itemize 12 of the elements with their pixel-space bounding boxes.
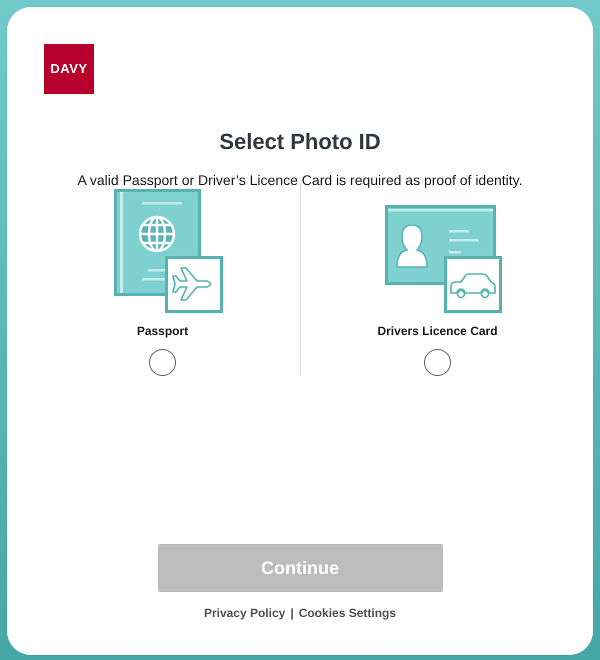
instruction-text: A valid Passport or Driver’s Licence Card is required as proof of identity. (77, 171, 523, 189)
footer-link[interactable]: Privacy Policy (204, 605, 286, 621)
radio-button[interactable] (149, 349, 176, 376)
radio-button[interactable] (424, 349, 451, 376)
passport-with-plane-icon (114, 189, 224, 313)
footer-link[interactable]: Cookies Settings (298, 605, 396, 621)
option-label: Drivers Licence Card (377, 323, 498, 339)
logo: DAVY (44, 44, 94, 94)
option-label: Passport (136, 323, 188, 339)
page-title: Select Photo ID (219, 129, 381, 155)
link-separator: | (290, 605, 294, 621)
id-card-with-car-icon (385, 205, 502, 313)
